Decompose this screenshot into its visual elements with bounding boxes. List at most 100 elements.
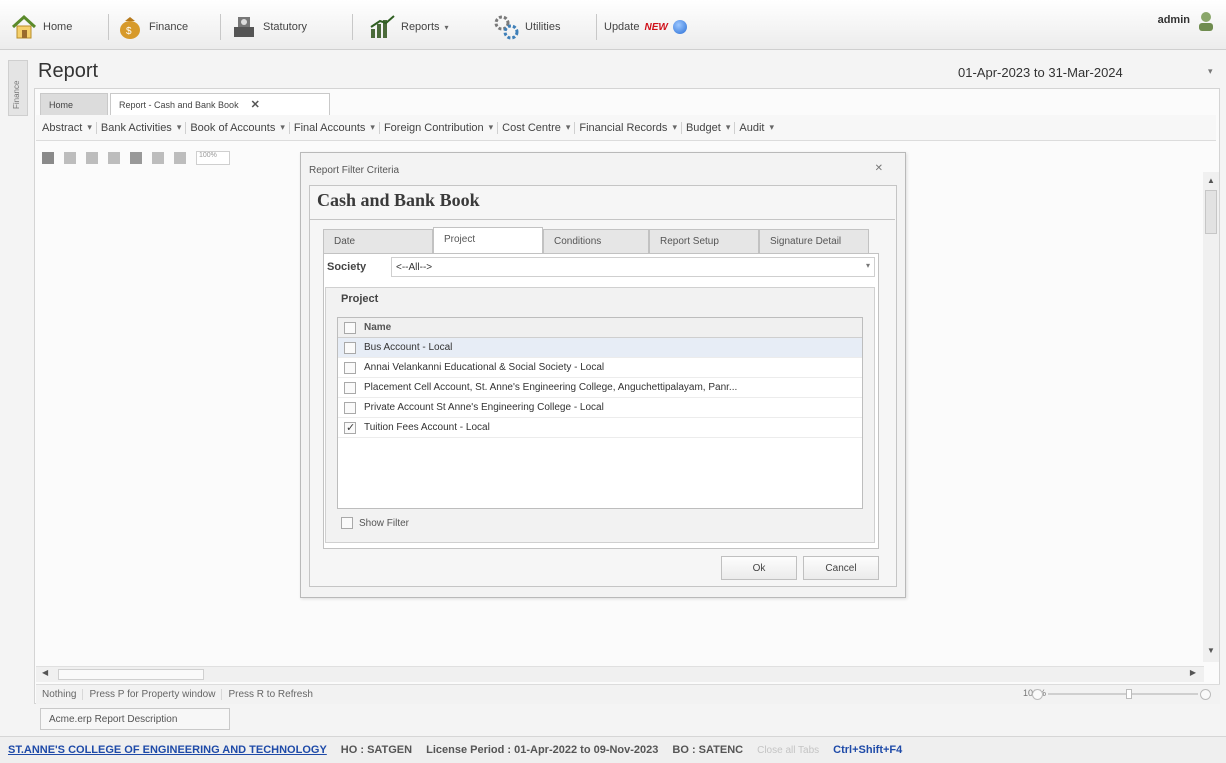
menu-label: Cost Centre (502, 121, 561, 134)
scroll-up-icon[interactable]: ▲ (1207, 176, 1215, 185)
utilities-button[interactable]: Utilities (492, 12, 560, 42)
table-row[interactable]: Annai Velankanni Educational & Social So… (338, 358, 862, 378)
finance-button[interactable]: $ Finance (116, 12, 188, 42)
status-property-hint: Press P for Property window (83, 689, 223, 700)
scroll-down-icon[interactable]: ▼ (1207, 646, 1215, 655)
user-icon[interactable] (1196, 10, 1216, 32)
dialog-caption: Report Filter Criteria (309, 165, 400, 176)
home-button[interactable]: Home (10, 12, 72, 42)
finance-label: Finance (149, 21, 189, 33)
info-icon (672, 20, 687, 34)
print-preview-icon[interactable] (108, 152, 120, 164)
print-icon[interactable] (130, 152, 142, 164)
chevron-down-icon: ▾ (370, 122, 375, 132)
project-panel-title: Project (341, 293, 379, 305)
tab-cash-and-bank-book[interactable]: Report - Cash and Bank Book ✕ (110, 93, 330, 115)
footer-bar: ST.ANNE'S COLLEGE OF ENGINEERING AND TEC… (0, 736, 1226, 763)
scroll-thumb[interactable] (58, 669, 204, 680)
select-all-checkbox[interactable] (344, 321, 356, 334)
show-filter-checkbox[interactable] (341, 517, 353, 529)
society-label: Society (327, 261, 367, 273)
zoom-slider[interactable] (1032, 689, 1211, 700)
tab-date[interactable]: Date (323, 229, 433, 253)
username: admin (1157, 14, 1190, 26)
report-description-tab[interactable]: Acme.erp Report Description (40, 708, 230, 730)
society-value: <--All--> (396, 262, 433, 273)
menu-label: Bank Activities (100, 121, 172, 134)
close-icon[interactable]: ✕ (251, 98, 260, 111)
status-nothing: Nothing (36, 689, 84, 700)
tab-report-setup[interactable]: Report Setup (649, 229, 759, 253)
row-checkbox[interactable] (344, 341, 356, 354)
statutory-label: Statutory (263, 21, 308, 33)
cancel-label: Cancel (825, 562, 857, 574)
scroll-left-icon[interactable]: ◀ (42, 668, 48, 677)
chevron-down-icon: ▾ (280, 122, 285, 132)
table-row[interactable]: Placement Cell Account, St. Anne's Engin… (338, 378, 862, 398)
zoom-in-icon[interactable] (1200, 689, 1211, 700)
project-grid: Name Bus Account - Local Annai Velankann… (337, 317, 863, 509)
horizontal-scrollbar[interactable]: ◀ ▶ (36, 666, 1204, 682)
period-dropdown-icon[interactable]: ▾ (1208, 66, 1213, 77)
home-label: Home (43, 21, 73, 33)
chevron-down-icon: ▾ (672, 122, 677, 132)
menu-bank-activities[interactable]: Bank Activities ▾ (100, 121, 187, 134)
menu-label: Abstract (42, 121, 83, 134)
finance-side-tab[interactable]: Finance (8, 60, 28, 116)
menu-audit[interactable]: Audit ▾ (739, 122, 778, 134)
save-icon[interactable] (42, 152, 54, 164)
zoom-input[interactable]: 100% (196, 151, 230, 165)
menu-book-of-accounts[interactable]: Book of Accounts ▾ (190, 121, 290, 134)
table-row[interactable]: Tuition Fees Account - Local (338, 418, 862, 438)
gears-icon (494, 15, 519, 40)
statutory-icon (234, 17, 254, 37)
grid-header-row: Name (338, 318, 862, 338)
chevron-down-icon[interactable]: ▾ (866, 261, 870, 270)
menu-final-accounts[interactable]: Final Accounts ▾ (294, 121, 380, 134)
zoom-icon[interactable] (174, 152, 186, 164)
open-icon[interactable] (86, 152, 98, 164)
find-icon[interactable] (64, 152, 76, 164)
dialog-divider (309, 219, 895, 220)
update-button[interactable]: Update NEW (604, 12, 687, 42)
row-checkbox[interactable] (344, 381, 356, 394)
table-row[interactable]: Private Account St Anne's Engineering Co… (338, 398, 862, 418)
reports-button[interactable]: Reports ▾ (368, 12, 449, 42)
table-row[interactable]: Bus Account - Local (338, 338, 862, 358)
row-checkbox[interactable] (344, 401, 356, 414)
tab-project[interactable]: Project (433, 227, 543, 254)
scroll-right-icon[interactable]: ▶ (1190, 668, 1196, 677)
svg-text:$: $ (126, 26, 132, 37)
college-link[interactable]: ST.ANNE'S COLLEGE OF ENGINEERING AND TEC… (8, 744, 327, 756)
tab-conditions[interactable]: Conditions (543, 229, 649, 253)
row-checkbox[interactable] (344, 361, 356, 374)
scroll-thumb[interactable] (1205, 190, 1217, 234)
zoom-out-icon[interactable] (1032, 689, 1043, 700)
menu-label: Financial Records (579, 121, 668, 134)
menu-financial-records[interactable]: Financial Records ▾ (579, 121, 682, 134)
chevron-down-icon: ▾ (176, 122, 182, 132)
society-select[interactable]: <--All--> ▾ (391, 257, 875, 277)
project-name: Annai Velankanni Educational & Social So… (364, 362, 605, 373)
chevron-down-icon: ▾ (769, 122, 774, 132)
zoom-knob[interactable] (1126, 689, 1132, 699)
menu-label: Audit (739, 121, 765, 134)
report-filter-dialog: Report Filter Criteria ✕ Cash and Bank B… (300, 152, 906, 598)
ok-button[interactable]: Ok (721, 556, 797, 580)
cancel-button[interactable]: Cancel (803, 556, 879, 580)
menu-budget[interactable]: Budget ▾ (686, 121, 736, 134)
dialog-close-icon[interactable]: ✕ (875, 163, 883, 174)
tab-signature-detail[interactable]: Signature Detail (759, 229, 869, 253)
tab-home[interactable]: Home (40, 93, 108, 115)
menu-abstract[interactable]: Abstract ▾ (42, 121, 97, 134)
menu-cost-centre[interactable]: Cost Centre ▾ (502, 121, 576, 134)
statutory-button[interactable]: Statutory (230, 12, 307, 42)
money-bag-icon: $ (120, 17, 140, 39)
export-icon[interactable] (152, 152, 164, 164)
close-all-tabs[interactable]: Close all Tabs (757, 745, 819, 756)
row-checkbox[interactable] (344, 421, 356, 434)
financial-period: 01-Apr-2023 to 31-Mar-2024 (958, 65, 1123, 80)
show-filter-toggle[interactable]: Show Filter (341, 517, 409, 529)
vertical-scrollbar[interactable]: ▲ ▼ (1203, 172, 1219, 662)
menu-foreign-contribution[interactable]: Foreign Contribution ▾ (384, 121, 499, 134)
